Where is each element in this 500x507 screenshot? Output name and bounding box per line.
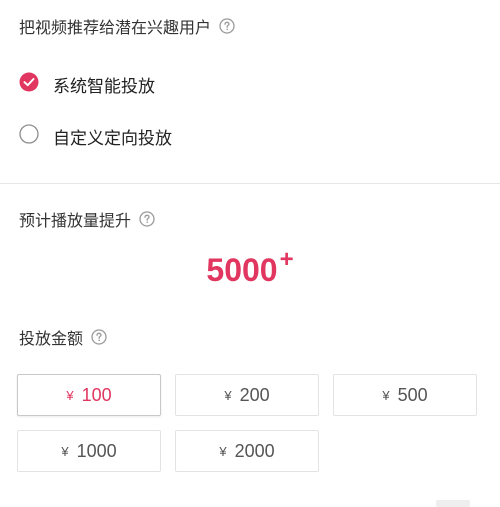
amount-value: 500 xyxy=(397,384,428,405)
amount-option-1000[interactable]: ¥ 1000 xyxy=(17,430,161,472)
target-users-title: 把视频推荐给潜在兴趣用户 xyxy=(19,14,235,38)
amount-option-200[interactable]: ¥ 200 xyxy=(175,374,319,416)
option-custom-targeting[interactable]: 自定义定向投放 xyxy=(19,124,172,149)
help-circle-icon[interactable] xyxy=(139,211,155,227)
amount-value: 200 xyxy=(239,384,270,405)
help-circle-icon[interactable] xyxy=(91,329,107,345)
check-circle-icon[interactable] xyxy=(19,72,39,97)
target-users-title-text: 把视频推荐给潜在兴趣用户 xyxy=(19,18,212,37)
amount-option-100[interactable]: ¥ 100 xyxy=(17,374,161,416)
amount-option-2000[interactable]: ¥ 2000 xyxy=(175,430,319,472)
amount-value: 1000 xyxy=(76,440,117,461)
amount-value: 2000 xyxy=(234,440,275,461)
amount-value: 100 xyxy=(81,384,112,405)
option-custom-targeting-label: 自定义定向投放 xyxy=(53,129,172,149)
help-circle-icon[interactable] xyxy=(219,18,235,34)
currency-symbol: ¥ xyxy=(224,387,232,403)
section-divider xyxy=(0,183,500,184)
option-system-smart-label: 系统智能投放 xyxy=(53,77,155,97)
option-system-smart[interactable]: 系统智能投放 xyxy=(19,72,155,97)
currency-symbol: ¥ xyxy=(66,387,74,403)
currency-symbol: ¥ xyxy=(219,443,227,459)
estimated-plays-value: 5000+ xyxy=(0,246,500,294)
currency-symbol: ¥ xyxy=(61,443,69,459)
promotion-settings-panel: 把视频推荐给潜在兴趣用户 系统智能投放 自定义定向投放 预计播放量提升 5000… xyxy=(0,0,500,507)
amount-title: 投放金额 xyxy=(19,325,107,349)
radio-empty-icon[interactable] xyxy=(19,124,39,149)
estimated-plays-title-text: 预计播放量提升 xyxy=(19,211,132,230)
scroll-indicator xyxy=(436,500,470,507)
estimated-plays-suffix: + xyxy=(279,246,294,273)
currency-symbol: ¥ xyxy=(382,387,390,403)
amount-title-text: 投放金额 xyxy=(19,329,84,348)
estimated-plays-number: 5000 xyxy=(206,252,278,288)
estimated-plays-title: 预计播放量提升 xyxy=(19,207,155,231)
amount-option-500[interactable]: ¥ 500 xyxy=(333,374,477,416)
